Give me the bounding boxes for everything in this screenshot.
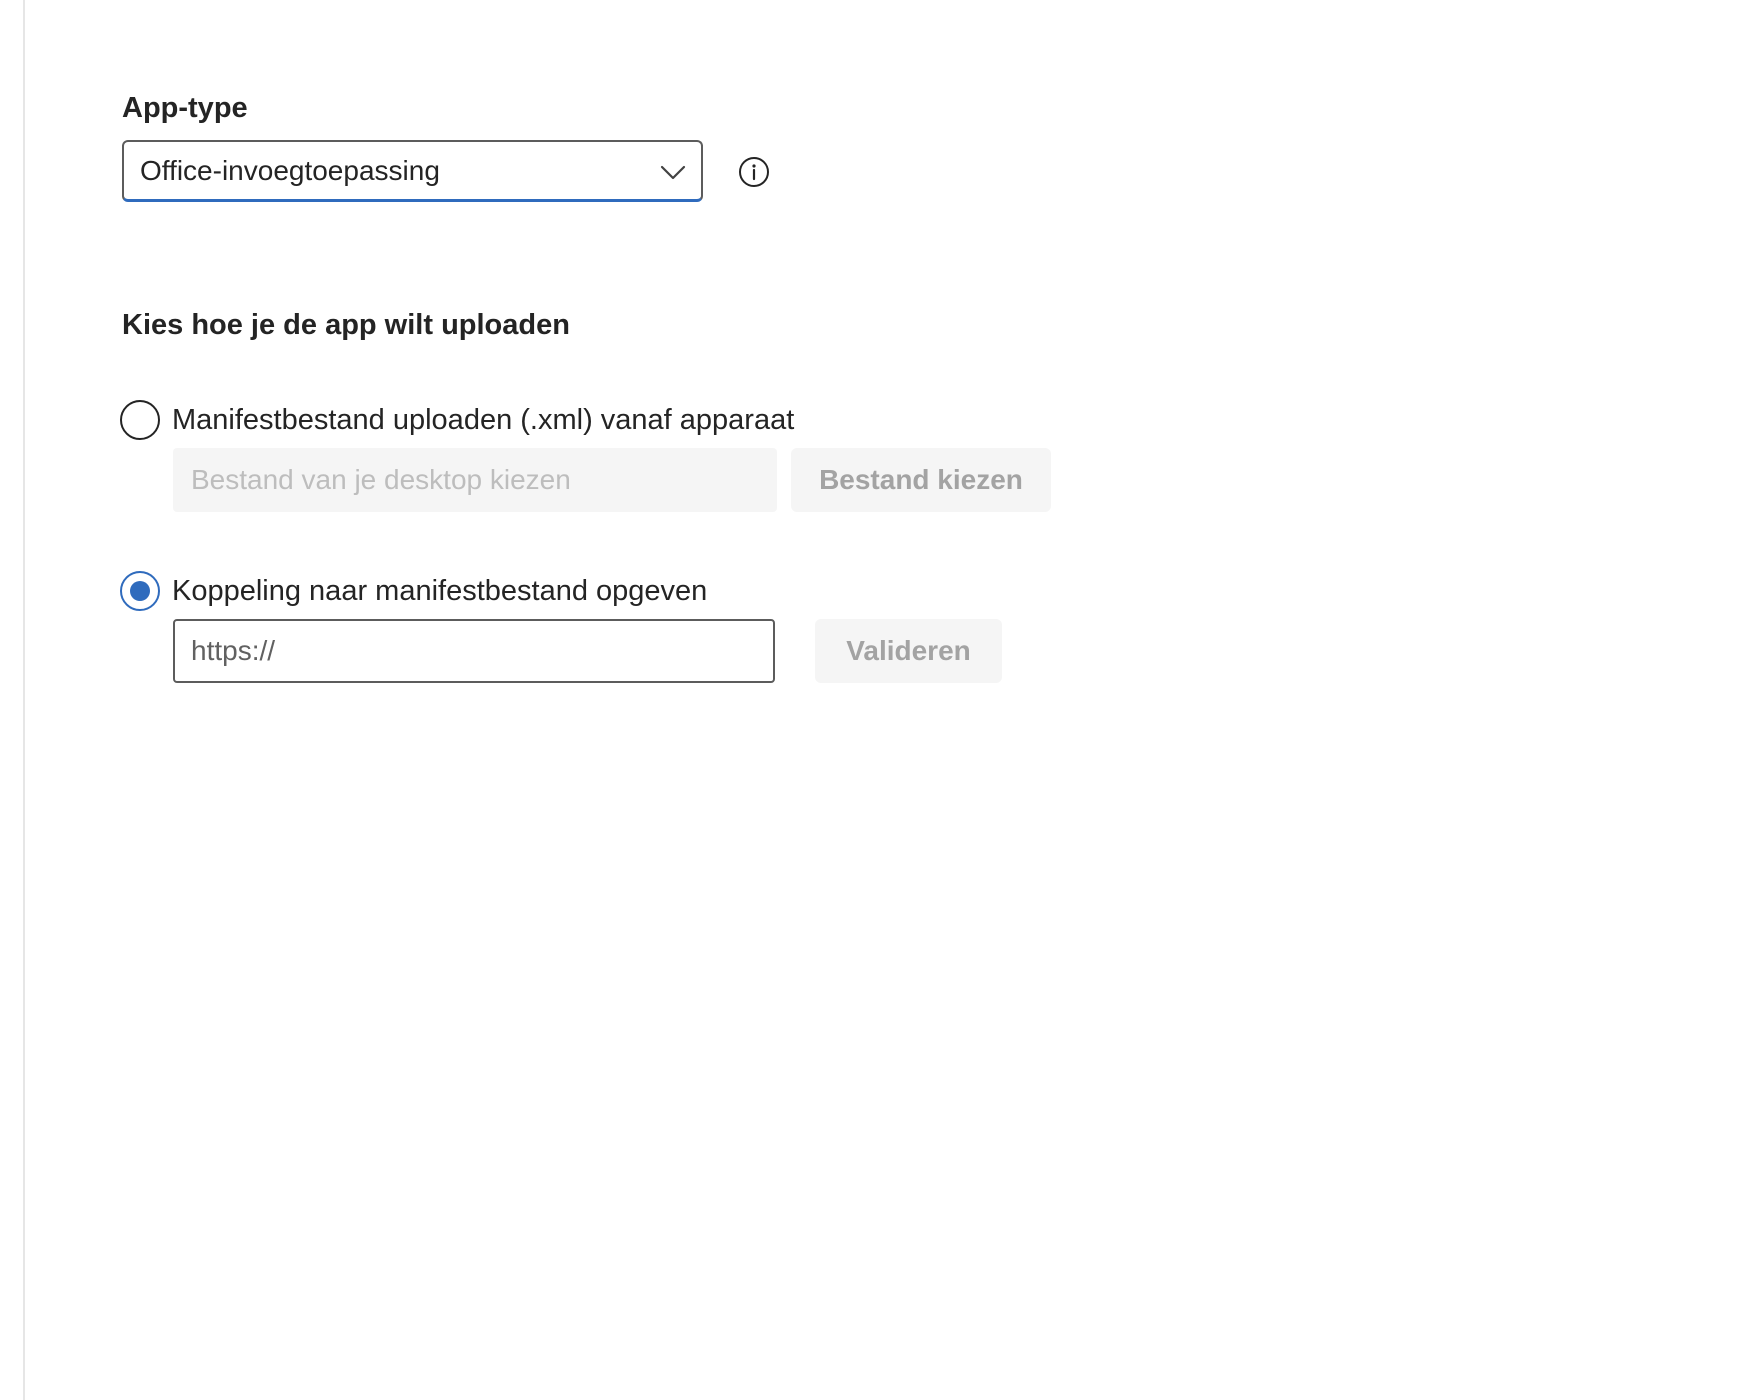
manifest-url-input[interactable] [173, 619, 775, 683]
file-path-input [173, 448, 777, 512]
choose-file-button: Bestand kiezen [791, 448, 1051, 512]
radio-upload-file[interactable]: Manifestbestand uploaden (.xml) vanaf ap… [120, 400, 794, 440]
app-type-label: App-type [122, 92, 248, 124]
radio-label-manifest-link: Koppeling naar manifestbestand opgeven [172, 575, 708, 607]
info-icon[interactable] [738, 156, 770, 188]
radio-circle-manifest-link[interactable] [120, 571, 160, 611]
radio-label-upload-file: Manifestbestand uploaden (.xml) vanaf ap… [172, 404, 795, 436]
app-upload-page: App-type Office-invoegtoepassing Kies ho… [0, 0, 1760, 1400]
app-type-dropdown[interactable]: Office-invoegtoepassing [122, 140, 703, 202]
chevron-down-icon [660, 165, 686, 180]
radio-manifest-link[interactable]: Koppeling naar manifestbestand opgeven [120, 571, 707, 611]
left-divider [23, 0, 25, 1400]
app-type-selected-value: Office-invoegtoepassing [140, 154, 440, 186]
radio-circle-upload-file[interactable] [120, 400, 160, 440]
upload-method-title: Kies hoe je de app wilt uploaden [122, 309, 570, 341]
validate-button: Valideren [815, 619, 1002, 683]
